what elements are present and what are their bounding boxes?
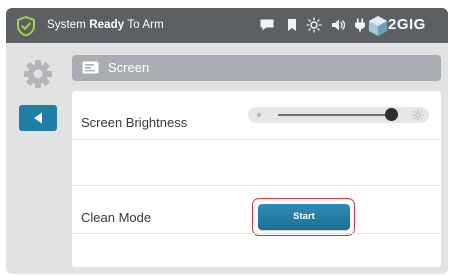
start-button[interactable]: Start [258,204,350,230]
status-bar: System Ready To Arm 2GIG [6,8,448,43]
page-title: Screen [108,60,150,75]
back-arrow-icon [34,112,42,124]
brightness-max-icon [412,109,424,121]
section-header: Screen [72,55,441,81]
clean-mode-label: Clean Mode [81,210,152,225]
brightness-min-icon [257,113,261,117]
row-divider [72,233,441,234]
screen-icon [82,61,99,74]
row-divider [72,185,441,186]
bookmark-icon[interactable] [284,17,300,33]
volume-icon[interactable] [330,17,346,33]
back-button[interactable] [19,105,57,131]
settings-list: Screen Brightness Clean Mode Start [72,91,441,267]
brightness-label: Screen Brightness [81,115,188,130]
shield-check-icon [17,15,35,37]
gear-icon[interactable] [22,58,54,90]
row-divider [72,139,441,140]
brand-name: 2GIG [388,16,426,33]
main-panel: System Ready To Arm 2GIG Screen Screen B… [6,8,448,274]
power-plug-icon[interactable] [352,17,368,33]
slider-knob[interactable] [385,108,399,121]
slider-track-line [278,114,398,116]
message-icon[interactable] [259,17,275,33]
brightness-icon[interactable] [306,17,322,33]
status-state: Ready [89,19,125,31]
brightness-slider[interactable] [248,107,429,123]
2gig-logo-icon [368,16,388,36]
system-status-text: System Ready To Arm [47,19,164,31]
